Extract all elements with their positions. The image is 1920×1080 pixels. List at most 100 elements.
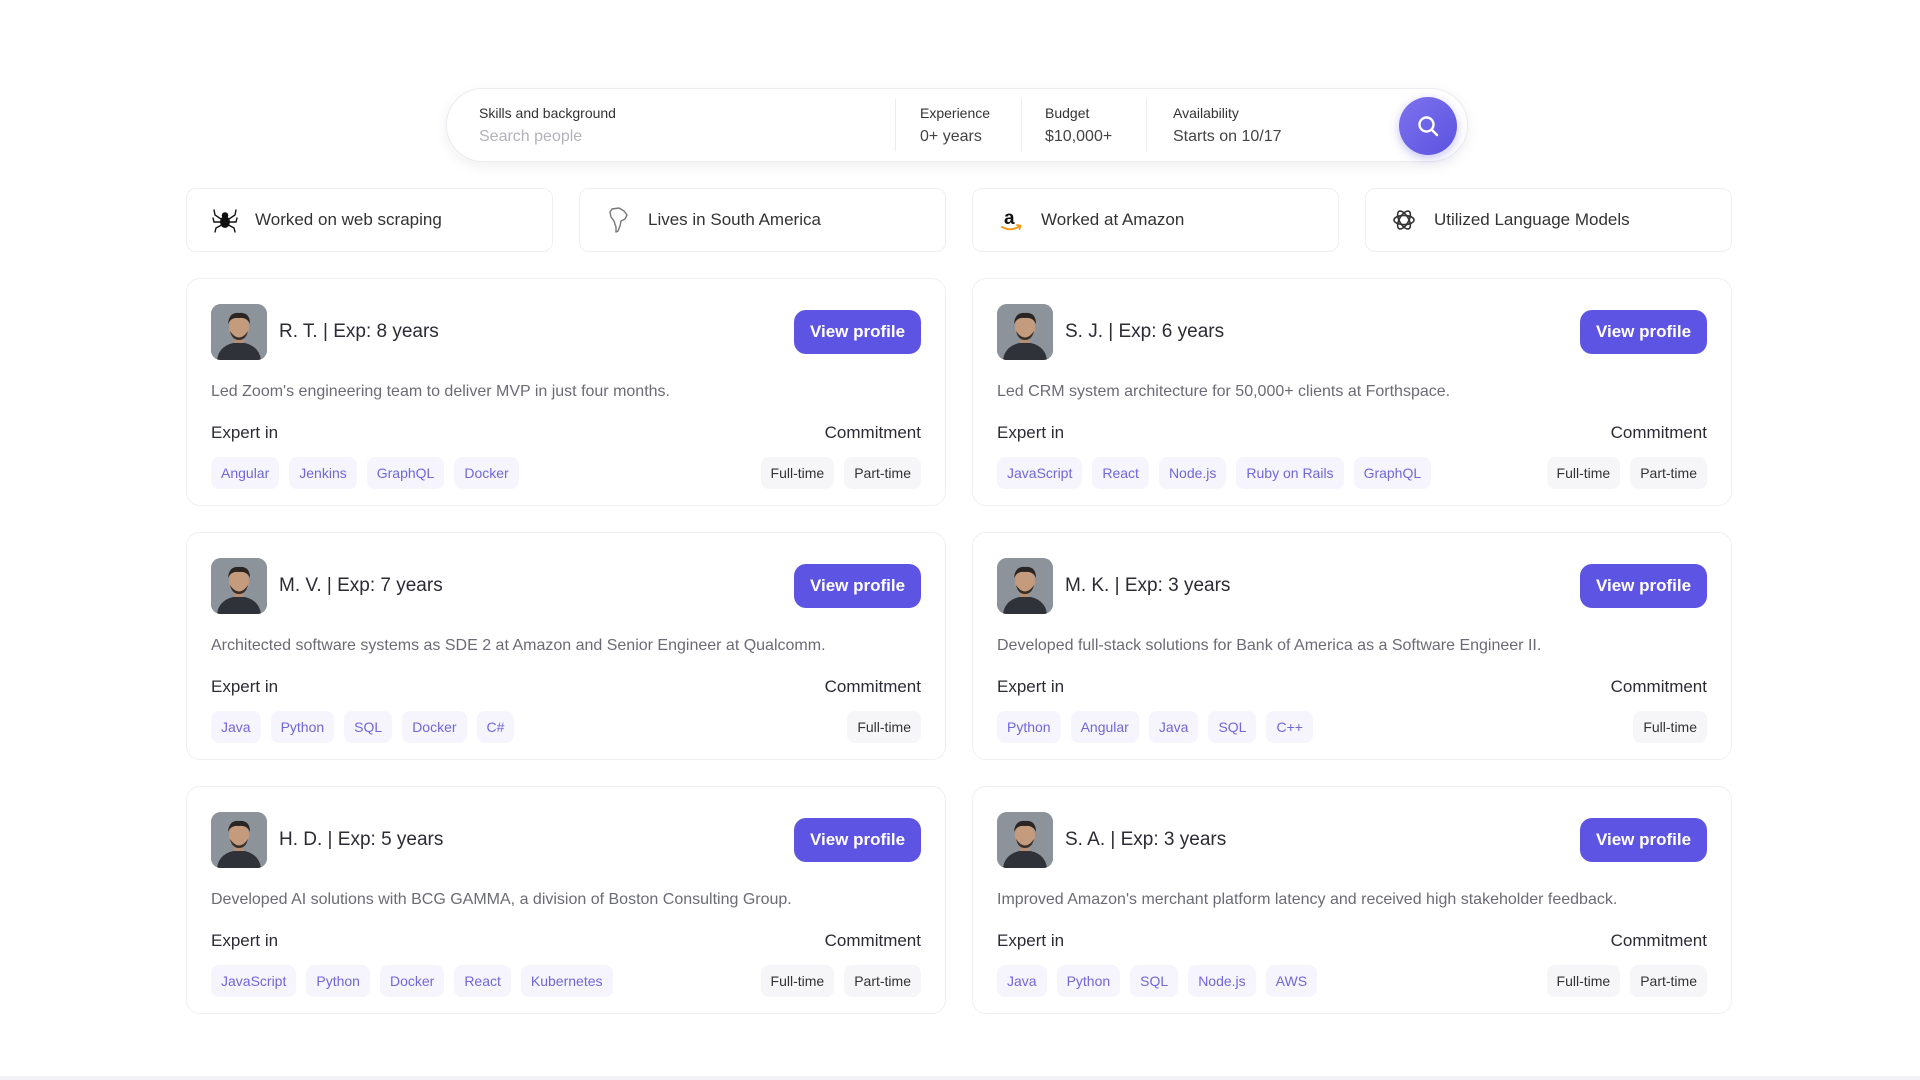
budget-value: $10,000+ — [1045, 127, 1113, 145]
commitment-tag: Part-time — [1630, 457, 1707, 489]
spider-icon — [211, 206, 239, 234]
expert-in-label: Expert in — [997, 931, 1065, 950]
candidate-title: S. A. | Exp: 3 years — [1065, 829, 1227, 850]
skill-tag: C++ — [1266, 711, 1313, 743]
filter-chip-label: Lives in South America — [648, 210, 821, 229]
commitment-tags: Full-time Part-time — [1546, 965, 1707, 997]
skills-field[interactable]: Skills and background — [447, 89, 895, 161]
commitment-label: Commitment — [824, 931, 921, 950]
view-profile-button[interactable]: View profile — [1580, 564, 1707, 608]
skill-tag: SQL — [344, 711, 393, 743]
candidate-card: H. D. | Exp: 5 years View profile Develo… — [186, 786, 946, 1014]
commitment-tags: Full-time — [1633, 711, 1707, 743]
view-profile-button[interactable]: View profile — [1580, 310, 1707, 354]
view-profile-button[interactable]: View profile — [1580, 818, 1707, 862]
bottom-divider — [0, 1076, 1920, 1080]
commitment-label: Commitment — [824, 423, 921, 442]
skill-tag: Java — [997, 965, 1047, 997]
budget-field[interactable]: Budget $10,000+ — [1022, 89, 1146, 161]
skill-tag: Jenkins — [289, 457, 357, 489]
candidate-card: S. A. | Exp: 3 years View profile Improv… — [972, 786, 1732, 1014]
candidate-description: Architected software systems as SDE 2 at… — [211, 637, 826, 654]
skill-tag: Ruby on Rails — [1236, 457, 1344, 489]
view-profile-button[interactable]: View profile — [794, 564, 921, 608]
candidate-card: S. J. | Exp: 6 years View profile Led CR… — [972, 278, 1732, 506]
view-profile-button[interactable]: View profile — [794, 310, 921, 354]
skill-tag: Java — [1148, 711, 1199, 743]
skill-tag: Python — [997, 711, 1061, 743]
skill-tags: Java Python SQL Node.js AWS — [997, 965, 1318, 997]
candidate-title: H. D. | Exp: 5 years — [279, 829, 444, 850]
openai-logo-icon — [1390, 206, 1418, 234]
candidate-description: Developed AI solutions with BCG GAMMA, a… — [211, 891, 792, 908]
skill-tag: Docker — [379, 965, 445, 997]
commitment-tags: Full-time — [847, 711, 921, 743]
search-input[interactable] — [479, 127, 879, 146]
skill-tag: AWS — [1265, 965, 1318, 997]
filter-chip-label: Utilized Language Models — [1434, 210, 1630, 229]
commitment-tag: Part-time — [844, 457, 921, 489]
skill-tags: JavaScript React Node.js Ruby on Rails Graph… — [997, 457, 1432, 489]
search-bar: Skills and background Experience 0+ year… — [446, 88, 1468, 162]
skill-tag: Angular — [1070, 711, 1139, 743]
expert-in-label: Expert in — [211, 677, 279, 696]
avatar — [997, 558, 1053, 614]
candidate-grid: R. T. | Exp: 8 years View profile Led Zo… — [186, 278, 1732, 1014]
candidate-description: Improved Amazon's merchant platform late… — [997, 891, 1618, 908]
filter-chip-web-scraping[interactable]: Worked on web scraping — [186, 188, 553, 252]
commitment-tag: Full-time — [1633, 711, 1707, 743]
skill-tag: Kubernetes — [520, 965, 613, 997]
skill-tag: Node.js — [1158, 457, 1227, 489]
commitment-tag: Full-time — [1546, 965, 1621, 997]
experience-field[interactable]: Experience 0+ years — [896, 89, 1021, 161]
skill-tag: JavaScript — [211, 965, 297, 997]
filter-chip-language-models[interactable]: Utilized Language Models — [1365, 188, 1732, 252]
experience-label: Experience — [920, 104, 991, 121]
avatar — [997, 304, 1053, 360]
skill-tag: Docker — [402, 711, 467, 743]
skill-tag: Python — [306, 965, 370, 997]
availability-field[interactable]: Availability Starts on 10/17 — [1147, 89, 1387, 161]
avatar — [211, 304, 267, 360]
commitment-tags: Full-time Part-time — [760, 965, 921, 997]
filter-chip-label: Worked at Amazon — [1041, 210, 1185, 229]
commitment-label: Commitment — [1610, 677, 1707, 696]
candidate-title: R. T. | Exp: 8 years — [279, 321, 439, 342]
filter-suggestions: Worked on web scraping Lives in South Am… — [186, 188, 1732, 252]
availability-label: Availability — [1173, 104, 1239, 121]
skills-label: Skills and background — [479, 104, 616, 121]
candidate-title: S. J. | Exp: 6 years — [1065, 321, 1225, 342]
availability-value: Starts on 10/17 — [1173, 127, 1282, 145]
avatar — [997, 812, 1053, 868]
commitment-tag: Full-time — [760, 457, 835, 489]
candidate-description: Led CRM system architecture for 50,000+ … — [997, 383, 1451, 400]
search-button[interactable] — [1399, 97, 1457, 155]
avatar — [211, 812, 267, 868]
skill-tag: GraphQL — [366, 457, 445, 489]
commitment-tag: Full-time — [1546, 457, 1621, 489]
filter-chip-amazon[interactable]: a Worked at Amazon — [972, 188, 1339, 252]
expert-in-label: Expert in — [997, 423, 1065, 442]
skill-tag: SQL — [1130, 965, 1179, 997]
skill-tag: React — [454, 965, 511, 997]
skill-tag: JavaScript — [997, 457, 1083, 489]
commitment-tag: Full-time — [847, 711, 921, 743]
skill-tags: JavaScript Python Docker React Kubernetes — [211, 965, 613, 997]
skill-tag: C# — [476, 711, 515, 743]
candidate-card: M. K. | Exp: 3 years View profile Develo… — [972, 532, 1732, 760]
skill-tag: Node.js — [1188, 965, 1256, 997]
svg-text:a: a — [1004, 208, 1015, 229]
skill-tags: Python Angular Java SQL C++ — [997, 711, 1313, 743]
skill-tag: React — [1092, 457, 1149, 489]
skill-tag: GraphQL — [1353, 457, 1432, 489]
commitment-tag: Part-time — [1630, 965, 1707, 997]
skill-tag: SQL — [1208, 711, 1257, 743]
commitment-label: Commitment — [1610, 423, 1707, 442]
skill-tag: Java — [211, 711, 261, 743]
experience-value: 0+ years — [920, 127, 982, 145]
skill-tag: Docker — [454, 457, 519, 489]
candidate-title: M. K. | Exp: 3 years — [1065, 575, 1231, 596]
filter-chip-south-america[interactable]: Lives in South America — [579, 188, 946, 252]
south-america-icon — [604, 206, 632, 234]
view-profile-button[interactable]: View profile — [794, 818, 921, 862]
